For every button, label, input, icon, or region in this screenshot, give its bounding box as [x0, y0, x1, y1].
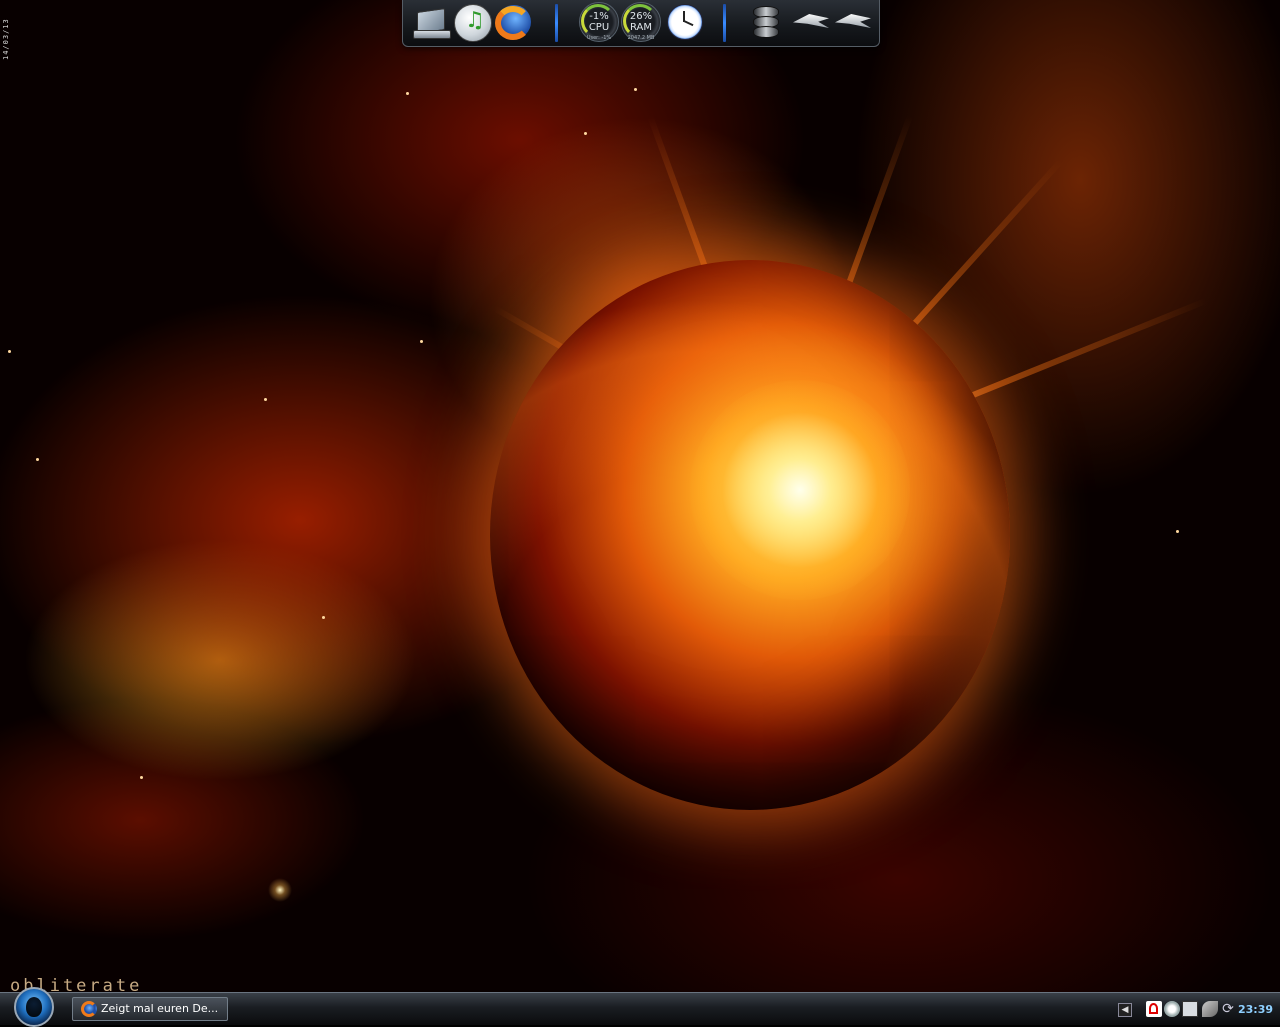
- star: [420, 340, 423, 343]
- clock-icon[interactable]: [665, 2, 705, 42]
- cpu-label: CPU: [588, 22, 610, 33]
- taskbar: Zeigt mal euren De... ◀ ⟳ 23:39: [0, 987, 1280, 1027]
- dock-separator: [555, 4, 558, 42]
- star: [584, 132, 587, 135]
- star: [264, 398, 267, 401]
- alien-orb-icon: [26, 997, 42, 1017]
- desktop-wallpaper: [0, 0, 1280, 992]
- antivirus-icon[interactable]: [1146, 1001, 1162, 1017]
- star: [634, 88, 637, 91]
- star: [406, 92, 409, 95]
- sync-icon[interactable]: ⟳: [1220, 1001, 1236, 1017]
- computer-icon[interactable]: [411, 2, 451, 42]
- ram-gauge[interactable]: 26% RAM 2047.2 MB: [621, 2, 661, 42]
- sun-flare: [690, 380, 910, 600]
- itunes-icon[interactable]: ♫: [453, 2, 493, 42]
- taskbar-clock[interactable]: 23:39: [1238, 1003, 1273, 1016]
- taskbar-item-firefox[interactable]: Zeigt mal euren De...: [72, 997, 228, 1021]
- star: [322, 616, 325, 619]
- monitor-icon[interactable]: [1182, 1001, 1198, 1017]
- top-dock: ♫ -1% CPU User: -1% 26% RAM 2047.2 MB: [402, 0, 880, 47]
- plane-icon[interactable]: [833, 2, 873, 42]
- star-spark: [268, 878, 292, 902]
- computer-base: [413, 30, 451, 39]
- plane-icon[interactable]: [791, 2, 831, 42]
- network-icon[interactable]: [1202, 1001, 1218, 1017]
- cpu-value: -1%: [589, 11, 609, 22]
- firefox-icon: [81, 1001, 97, 1017]
- plane-wing: [793, 14, 829, 28]
- database-disk: [753, 26, 779, 38]
- start-button[interactable]: [14, 987, 54, 1027]
- cpu-sub: User: -1%: [586, 35, 612, 41]
- star: [140, 776, 143, 779]
- taskbar-item-label: Zeigt mal euren De...: [101, 1002, 219, 1015]
- plane-wing: [835, 14, 871, 28]
- vertical-date-text: 14/03/13: [2, 18, 10, 60]
- dock-separator: [723, 4, 726, 42]
- tray-expand-button[interactable]: ◀: [1118, 1003, 1132, 1017]
- steam-icon[interactable]: [1164, 1001, 1180, 1017]
- star: [8, 350, 11, 353]
- firefox-fox: [495, 6, 531, 40]
- ram-sub: 2047.2 MB: [627, 35, 655, 41]
- ram-value: 26%: [629, 11, 653, 22]
- star: [36, 458, 39, 461]
- star: [1176, 530, 1179, 533]
- firefox-icon[interactable]: [495, 2, 535, 42]
- cpu-gauge[interactable]: -1% CPU User: -1%: [579, 2, 619, 42]
- music-note-icon: ♫: [465, 8, 485, 33]
- database-icon[interactable]: [751, 2, 781, 42]
- ram-label: RAM: [629, 22, 652, 33]
